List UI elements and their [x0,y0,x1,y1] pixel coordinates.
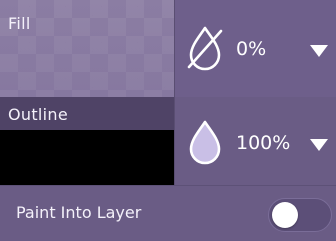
chevron-down-icon[interactable] [309,138,329,152]
fill-outline-panel: Fill 0% Outline 100% Paint Into Layer [0,0,336,241]
fill-opacity-value: 0% [236,38,267,60]
paint-into-layer-toggle[interactable] [268,198,332,232]
chevron-down-icon[interactable] [309,44,329,58]
paint-into-layer-label: Paint Into Layer [16,203,142,222]
outline-opacity-control[interactable]: 100% [174,97,336,185]
paint-into-layer-row: Paint Into Layer [0,185,336,241]
fill-opacity-control[interactable]: 0% [174,0,336,97]
opacity-drop-icon [189,120,221,165]
outline-label: Outline [8,105,68,124]
fill-label: Fill [8,14,31,33]
outline-opacity-value: 100% [236,132,291,154]
toggle-knob [272,202,298,228]
outline-color-swatch[interactable] [0,130,174,185]
opacity-off-icon [187,26,223,71]
